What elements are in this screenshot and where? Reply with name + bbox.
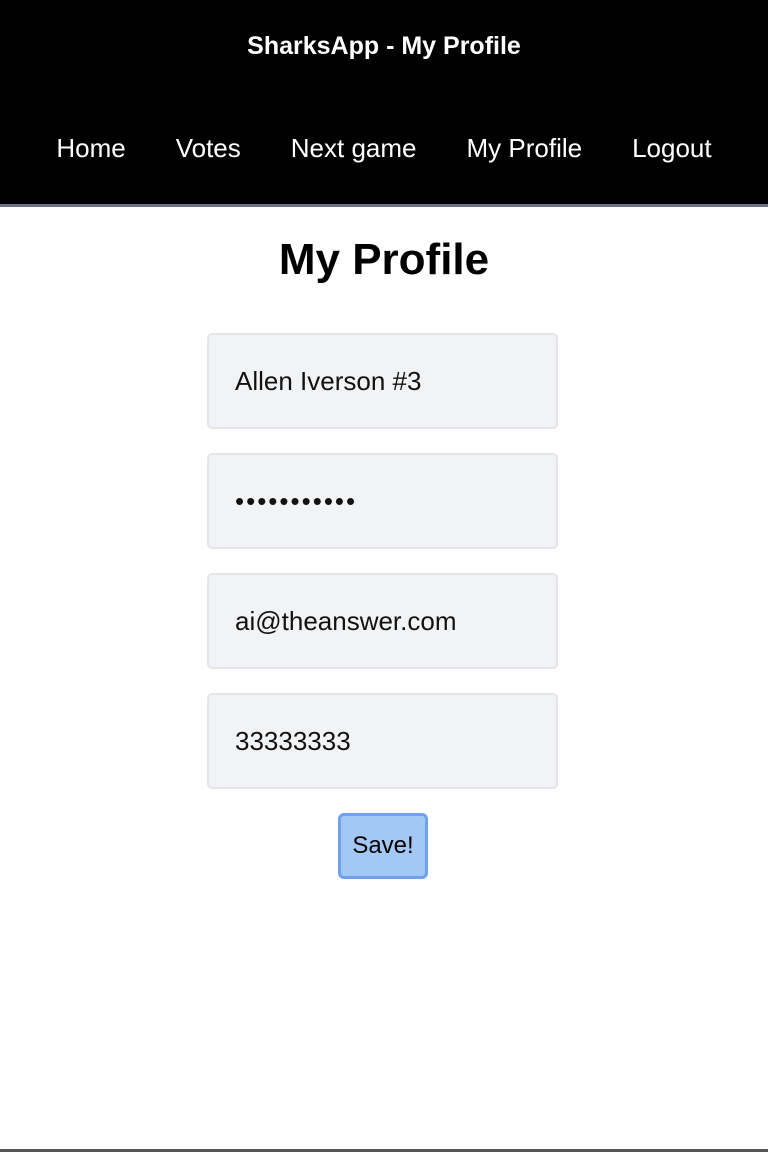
page-title: My Profile	[278, 235, 490, 284]
name-field[interactable]	[207, 333, 558, 429]
nav-link-my-profile[interactable]: My Profile	[467, 130, 583, 166]
password-field[interactable]	[207, 453, 558, 549]
app-title: SharksApp - My Profile	[247, 32, 521, 60]
phone-field[interactable]	[207, 693, 558, 789]
email-field[interactable]	[207, 573, 558, 669]
nav-link-votes[interactable]: Votes	[176, 130, 241, 166]
nav-link-home[interactable]: Home	[56, 130, 125, 166]
top-navbar: SharksApp - My Profile Home Votes Next g…	[0, 0, 768, 204]
nav-link-logout[interactable]: Logout	[632, 130, 712, 166]
save-button[interactable]: Save!	[338, 813, 428, 879]
main-nav: Home Votes Next game My Profile Logout	[0, 130, 768, 166]
nav-link-next-game[interactable]: Next game	[291, 130, 417, 166]
navbar-divider	[0, 204, 768, 207]
